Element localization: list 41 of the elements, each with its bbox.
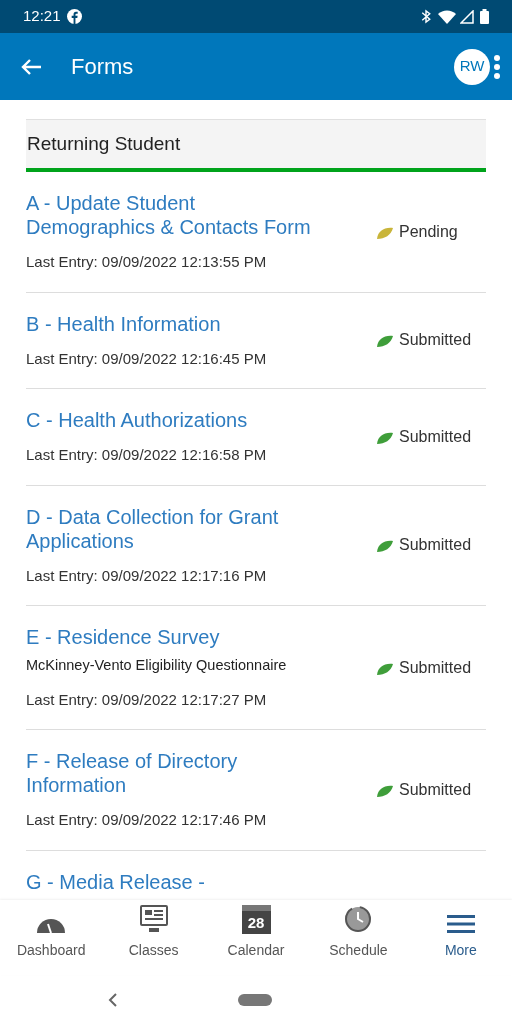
last-entry-text: Last Entry: 09/09/2022 12:13:55 PM [26, 252, 268, 272]
battery-icon [480, 9, 489, 24]
form-link[interactable]: B - Health Information [26, 311, 326, 336]
status-text: Pending [399, 221, 458, 242]
home-pill[interactable] [238, 993, 272, 1006]
wifi-icon [438, 9, 456, 24]
overflow-menu-icon[interactable] [494, 54, 500, 79]
last-entry-text: Last Entry: 09/09/2022 12:17:27 PM [26, 689, 268, 710]
last-entry-text: Last Entry: 09/09/2022 12:16:45 PM [26, 348, 268, 369]
form-subtitle: McKinney-Vento Eligibility Questionnaire [26, 656, 288, 675]
form-link[interactable]: E - Residence Survey [26, 625, 326, 649]
nav-tab[interactable]: Dashboard [0, 900, 103, 975]
bluetooth-icon [420, 9, 432, 24]
back-arrow-icon[interactable] [20, 57, 42, 76]
monitor-icon [138, 904, 169, 934]
nav-tab[interactable]: Classes [102, 900, 205, 975]
status-text: Submitted [399, 330, 472, 351]
form-link[interactable]: C - Health Authorizations [26, 408, 326, 432]
clock-time: 12:21 [23, 6, 61, 27]
facebook-icon [66, 9, 82, 24]
avatar[interactable]: RW [454, 48, 490, 85]
back-icon[interactable] [108, 992, 118, 1007]
status-text: Submitted [399, 535, 472, 556]
page-title: Forms [71, 53, 134, 81]
form-link[interactable]: G - Media Release - [26, 869, 326, 894]
section-header: Returning Student [26, 119, 486, 168]
form-link[interactable]: A - Update Student Demographics & Contacts Form [26, 191, 326, 239]
last-entry-text: Last Entry: 09/09/2022 12:17:46 PM [26, 810, 268, 831]
last-entry-text: Last Entry: 09/09/2022 12:17:16 PM [26, 565, 268, 586]
nav-tab[interactable]: Schedule [307, 900, 410, 975]
last-entry-text: Last Entry: 09/09/2022 12:16:58 PM [26, 445, 268, 465]
status-text: Submitted [399, 657, 472, 678]
form-link[interactable]: D - Data Collection for Grant Applications [26, 504, 326, 553]
clock-icon [343, 904, 374, 934]
status-text: Submitted [399, 780, 472, 800]
nav-tab[interactable]: More [409, 900, 512, 975]
nav-tab[interactable]: 28 Calendar [204, 900, 308, 975]
signal-icon [460, 9, 474, 24]
form-link[interactable]: F - Release of Directory Information [26, 749, 326, 798]
menu-icon [446, 914, 475, 934]
status-text: Submitted [399, 426, 472, 447]
